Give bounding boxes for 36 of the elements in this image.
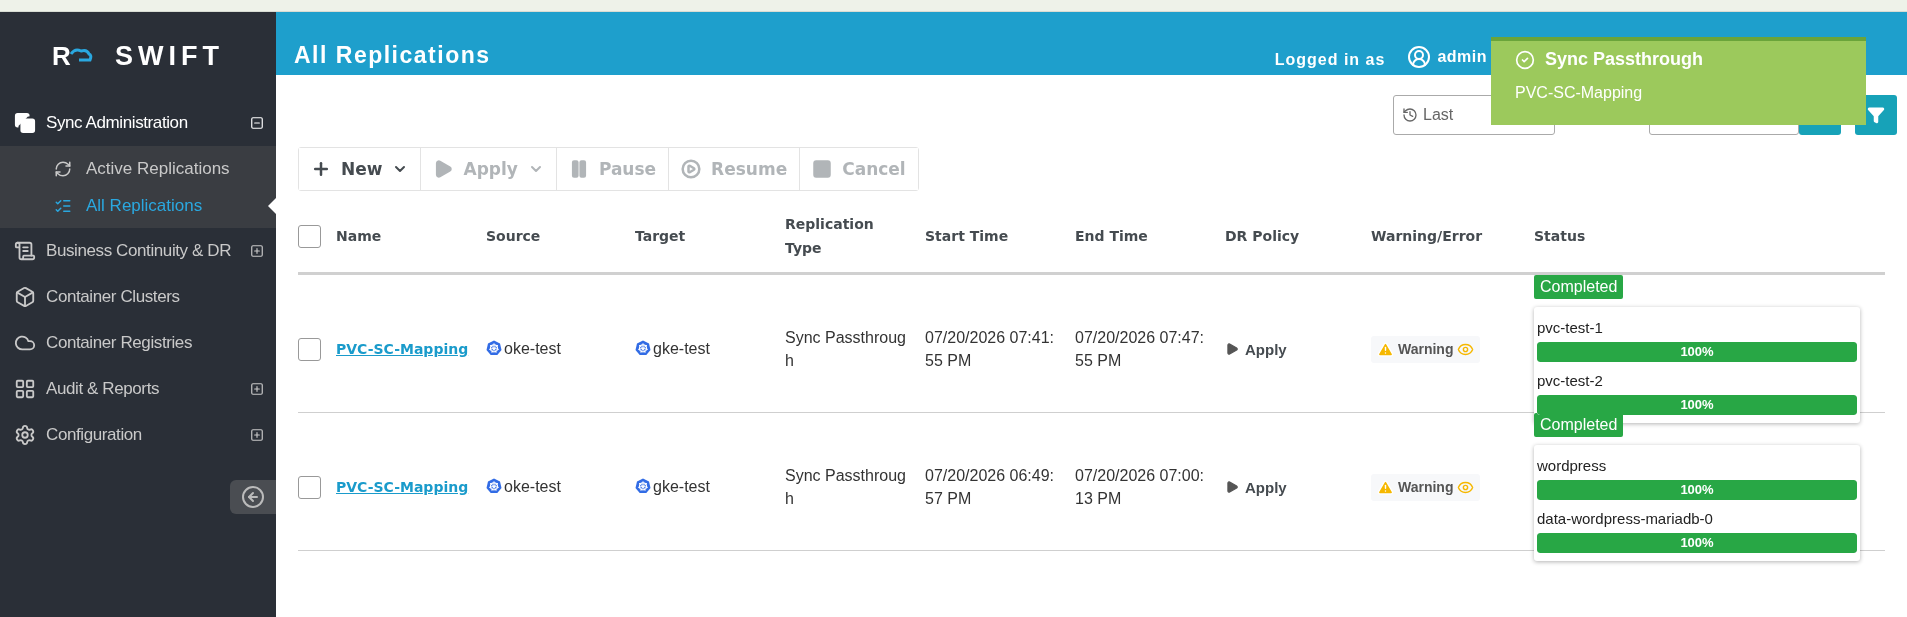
source-cell: oke-test	[486, 337, 635, 361]
progress-reading: 100%	[1679, 482, 1715, 497]
column-header: Start Time	[925, 226, 1010, 246]
logo-text: SWIFT	[114, 40, 224, 72]
column-header: Status	[1534, 226, 1587, 246]
toast-title: Sync Passthrough	[1545, 49, 1704, 70]
volume-name: data-wordpress-mariadb-0	[1537, 510, 1714, 527]
target-cell: gke-test	[635, 475, 785, 499]
target-cell: gke-test	[635, 337, 785, 361]
start-time-cell-text: 07/20/2026 07:41:55 PM	[925, 327, 1055, 371]
dr-policy-cell: Apply	[1225, 478, 1371, 496]
end-time-cell-text: 07/20/2026 07:00:13 PM	[1075, 465, 1205, 509]
volume-name: pvc-test-1	[1537, 319, 1604, 336]
progress-reading: 100%	[1679, 344, 1715, 359]
status-badge: Completed	[1534, 275, 1624, 299]
volume-name: pvc-test-2	[1537, 372, 1604, 389]
source-cell: oke-test	[486, 475, 635, 499]
column-header: Target	[635, 226, 687, 246]
column-header: Warning/Error	[1371, 226, 1484, 246]
start-time-cell-text: 07/20/2026 06:49:57 PM	[925, 465, 1055, 509]
column-header: DR Policy	[1225, 226, 1301, 246]
logged-in-label: Logged in as	[1274, 51, 1386, 69]
column-header: Name	[336, 226, 383, 246]
logo-mark: R	[52, 40, 71, 72]
progress-reading: 100%	[1679, 535, 1715, 550]
column-header: Replication Type	[785, 214, 875, 258]
type-cell-text: Sync Passthrough	[785, 465, 907, 509]
dr-policy-cell: Apply	[1225, 340, 1371, 358]
progress-reading: 100%	[1679, 397, 1715, 412]
column-header: End Time	[1075, 226, 1149, 246]
page-title: All Replications	[294, 42, 492, 69]
volume-name: wordpress	[1537, 457, 1608, 474]
end-time-cell-text: 07/20/2026 07:47:55 PM	[1075, 327, 1205, 371]
column-header: Source	[486, 226, 542, 246]
type-cell-text: Sync Passthrough	[785, 327, 907, 371]
status-badge: Completed	[1534, 413, 1624, 437]
